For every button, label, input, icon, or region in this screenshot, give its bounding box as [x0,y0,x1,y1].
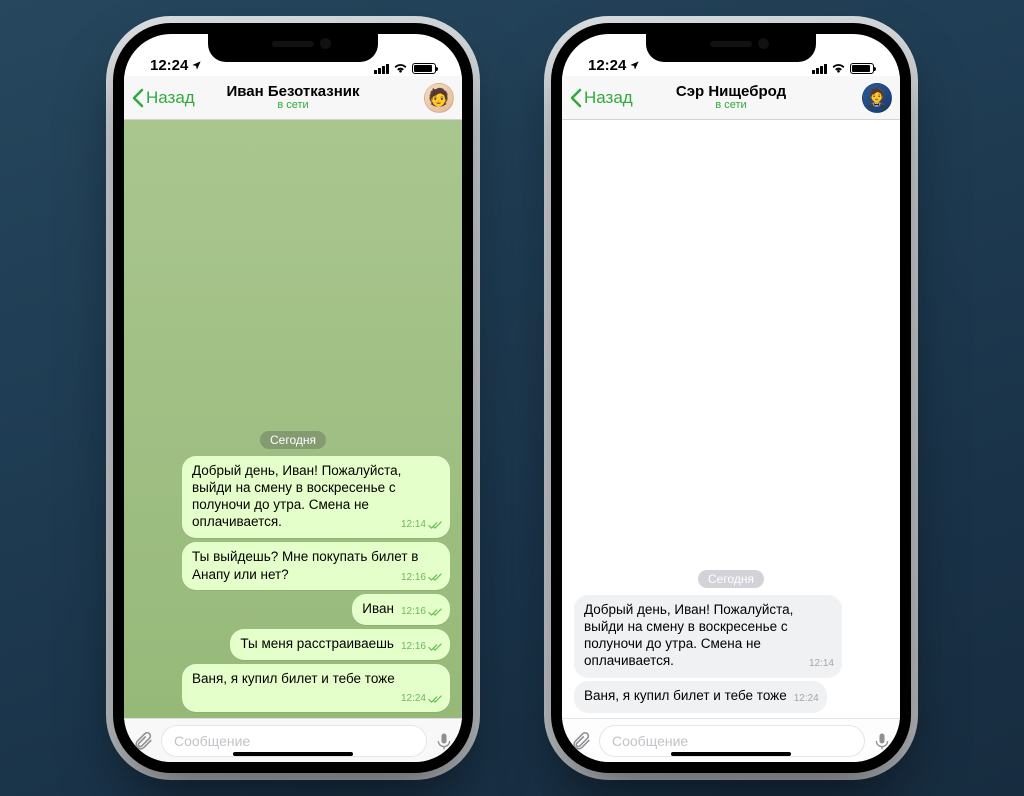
notch [646,34,816,62]
contact-presence: в сети [227,100,360,112]
date-separator: Сегодня [698,570,764,588]
chat-body[interactable]: Сегодня Добрый день, Иван! Пожалуйста, в… [124,120,462,718]
contact-name[interactable]: Сэр Нищеброд [676,84,786,100]
message-bubble[interactable]: Добрый день, Иван! Пожалуйста, выйди на … [574,595,842,678]
message-text: Ты меня расстраиваешь [240,636,394,651]
date-separator: Сегодня [260,431,326,449]
message-text: Добрый день, Иван! Пожалуйста, выйди на … [584,602,793,669]
paperclip-icon [570,730,592,752]
chat-body[interactable]: Сегодня Добрый день, Иван! Пожалуйста, в… [562,120,900,718]
signal-icon [374,64,389,74]
signal-icon [812,64,827,74]
back-label: Назад [146,88,195,108]
message-time: 12:14 [809,658,834,671]
contact-presence: в сети [676,100,786,112]
back-label: Назад [584,88,633,108]
wifi-icon [393,63,408,74]
screen: 12:24 Назад Сэр Нищеброд в сети 🤵 [562,34,900,762]
screen: 12:24 Назад Иван Безотказник в сети 🧑 [124,34,462,762]
phone-mockup: 12:24 Назад Сэр Нищеброд в сети 🤵 [551,23,911,773]
message-time: 12:24 [401,693,426,706]
mic-icon [872,730,892,752]
wifi-icon [831,63,846,74]
mic-icon [434,730,454,752]
message-bubble[interactable]: Иван 12:16 [352,594,450,625]
chat-header: Назад Иван Безотказник в сети 🧑 [124,76,462,120]
message-bubble[interactable]: Ваня, я купил билет и тебе тоже 12:24 [574,681,827,712]
read-ticks-icon [428,573,442,582]
message-bubble[interactable]: Ваня, я купил билет и тебе тоже 12:24 [182,664,450,712]
message-text: Добрый день, Иван! Пожалуйста, выйди на … [192,463,401,530]
home-indicator[interactable] [233,752,353,756]
message-bubble[interactable]: Ты меня расстраиваешь 12:16 [230,629,450,660]
message-time: 12:16 [401,572,426,585]
message-time: 12:16 [401,641,426,654]
location-icon [191,60,202,71]
message-text: Ваня, я купил билет и тебе тоже [584,688,787,703]
message-time: 12:14 [401,519,426,532]
message-text: Ваня, я купил билет и тебе тоже [192,671,395,686]
status-time: 12:24 [150,57,202,74]
attach-button[interactable] [132,730,154,752]
voice-button[interactable] [872,730,892,752]
paperclip-icon [132,730,154,752]
message-text: Иван [362,601,394,616]
notch [208,34,378,62]
chat-header: Назад Сэр Нищеброд в сети 🤵 [562,76,900,120]
read-ticks-icon [428,521,442,530]
avatar[interactable]: 🤵 [862,83,892,113]
status-time: 12:24 [588,57,640,74]
message-text: Ты выйдешь? Мне покупать билет в Анапу и… [192,549,418,581]
message-time: 12:24 [794,693,819,706]
voice-button[interactable] [434,730,454,752]
read-ticks-icon [428,695,442,704]
message-bubble[interactable]: Ты выйдешь? Мне покупать билет в Анапу и… [182,542,450,590]
message-bubble[interactable]: Добрый день, Иван! Пожалуйста, выйди на … [182,456,450,539]
home-indicator[interactable] [671,752,791,756]
back-button[interactable]: Назад [570,88,633,108]
phone-mockup: 12:24 Назад Иван Безотказник в сети 🧑 [113,23,473,773]
location-icon [629,60,640,71]
chevron-left-icon [570,88,582,108]
battery-icon [850,63,874,74]
attach-button[interactable] [570,730,592,752]
read-ticks-icon [428,643,442,652]
chevron-left-icon [132,88,144,108]
message-time: 12:16 [401,606,426,619]
contact-name[interactable]: Иван Безотказник [227,84,360,100]
avatar[interactable]: 🧑 [424,83,454,113]
read-ticks-icon [428,608,442,617]
battery-icon [412,63,436,74]
back-button[interactable]: Назад [132,88,195,108]
